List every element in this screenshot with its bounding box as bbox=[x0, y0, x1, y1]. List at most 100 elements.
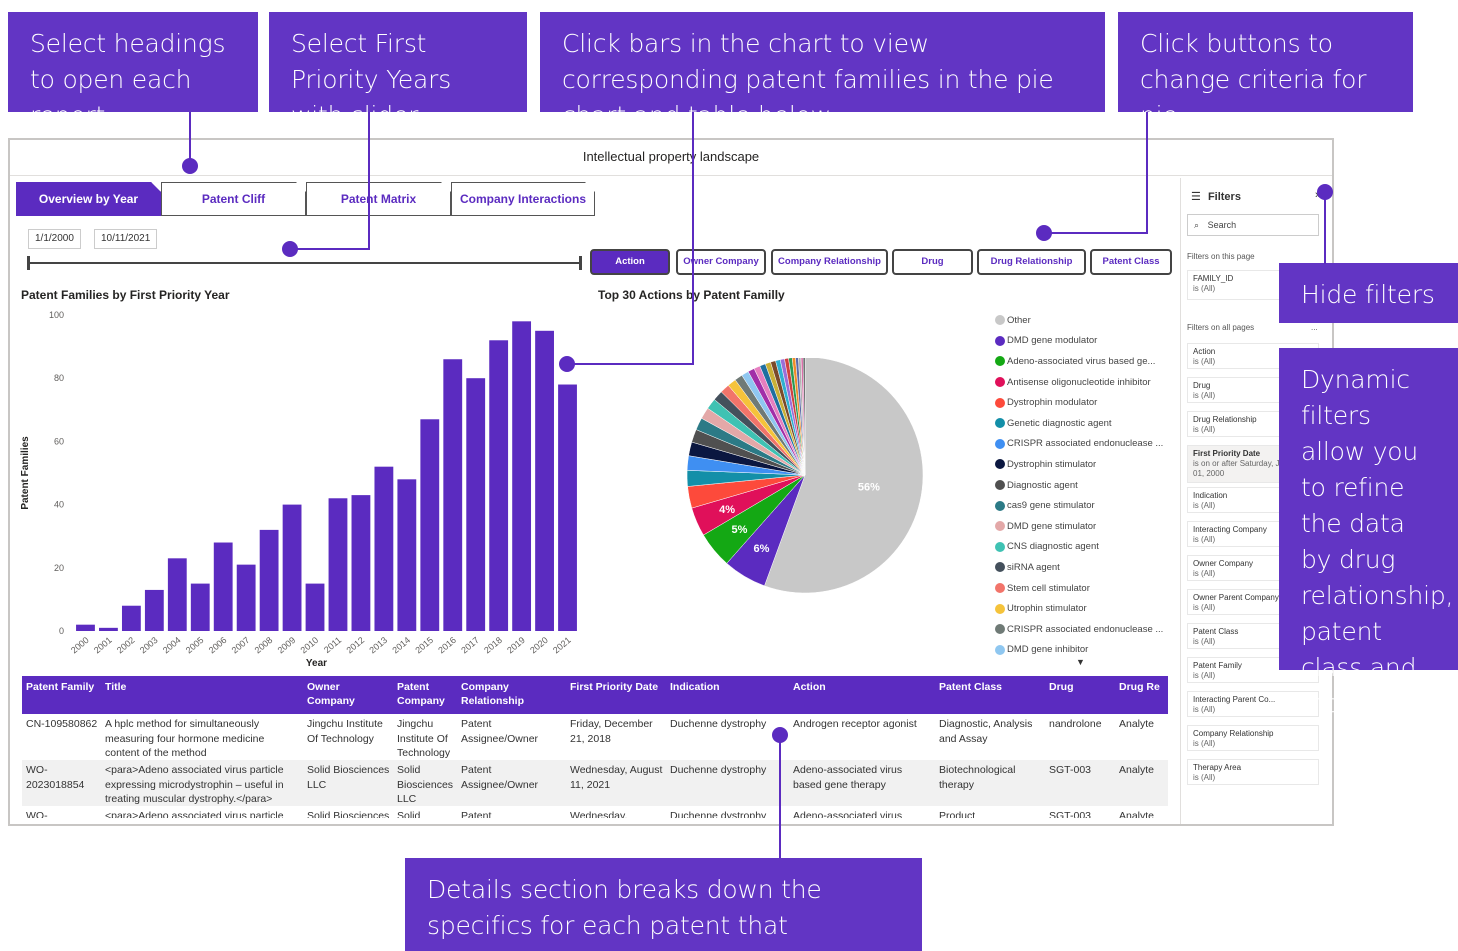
x-tick-label: 2001 bbox=[92, 635, 114, 656]
more-options-icon[interactable]: ... bbox=[1311, 323, 1318, 332]
bar-2014[interactable] bbox=[397, 479, 417, 631]
criteria-button-patent-class[interactable]: Patent Class bbox=[1090, 249, 1172, 275]
filter-card[interactable]: Company Relationship is (All) bbox=[1187, 725, 1319, 751]
bar-2005[interactable] bbox=[190, 583, 210, 631]
bar-chart[interactable]: 020406080100Patent Families2000 2001 2002 2… bbox=[16, 305, 586, 670]
criteria-button-owner-company[interactable]: Owner Company bbox=[676, 249, 766, 275]
tab-overview-by-year[interactable]: Overview by Year bbox=[16, 182, 161, 216]
col-header-title[interactable]: Title bbox=[105, 680, 301, 694]
legend-item[interactable]: DMD gene modulator bbox=[995, 331, 1175, 352]
col-header-owner-company[interactable]: Owner Company bbox=[307, 680, 389, 708]
col-header-patent-family[interactable]: Patent Family bbox=[26, 680, 102, 694]
legend-item[interactable]: siRNA agent bbox=[995, 557, 1175, 578]
table-cell: nandrolone bbox=[1049, 718, 1102, 730]
x-axis-label: Year bbox=[306, 658, 327, 669]
pie-chart[interactable]: 56% 6% 5% 4% bbox=[665, 358, 935, 603]
pointer-dot-details bbox=[772, 727, 788, 743]
col-header-drug[interactable]: Drug bbox=[1049, 680, 1114, 694]
tab-patent-matrix[interactable]: Patent Matrix bbox=[306, 182, 451, 216]
date-to-input[interactable]: 10/11/2021 bbox=[94, 229, 158, 249]
legend-item[interactable]: Other bbox=[995, 310, 1175, 331]
bar-2021[interactable] bbox=[558, 384, 577, 631]
col-header-patent-class[interactable]: Patent Class bbox=[939, 680, 1044, 694]
bar-2015[interactable] bbox=[420, 419, 440, 631]
legend-item[interactable]: Dystrophin stimulator bbox=[995, 454, 1175, 475]
filter-name: Company Relationship bbox=[1193, 729, 1274, 738]
filter-card[interactable]: Interacting Parent Co... is (All) bbox=[1187, 691, 1319, 717]
legend-item[interactable]: Dystrophin modulator bbox=[995, 392, 1175, 413]
tab-company-interactions[interactable]: Company Interactions bbox=[451, 182, 595, 216]
connector-slider-v bbox=[368, 112, 370, 250]
bar-2002[interactable] bbox=[121, 605, 141, 631]
bar-2011[interactable] bbox=[328, 498, 348, 631]
legend-swatch bbox=[995, 500, 1005, 511]
legend-scroll-down-icon[interactable]: ▼ bbox=[1076, 657, 1085, 667]
table-row[interactable]: WO- <para>Adeno associated virus particle… bbox=[22, 806, 1168, 818]
bar-2001[interactable] bbox=[99, 627, 118, 631]
col-header-indication[interactable]: Indication bbox=[670, 680, 788, 694]
bar-2008[interactable] bbox=[259, 529, 279, 631]
bar-2006[interactable] bbox=[213, 542, 233, 631]
criteria-button-company-relationship[interactable]: Company Relationship bbox=[771, 249, 888, 275]
bar-2010[interactable] bbox=[305, 583, 325, 631]
legend-item[interactable]: CNS diagnostic agent bbox=[995, 537, 1175, 558]
tab-patent-cliff[interactable]: Patent Cliff bbox=[161, 182, 306, 216]
filter-card[interactable]: Therapy Area is (All) bbox=[1187, 759, 1319, 785]
legend-item[interactable]: Antisense oligonucleotide inhibitor bbox=[995, 372, 1175, 393]
year-slider-track[interactable] bbox=[28, 262, 581, 264]
col-header-action[interactable]: Action bbox=[793, 680, 933, 694]
date-from-input[interactable]: 1/1/2000 bbox=[28, 229, 81, 249]
legend-item[interactable]: CRISPR associated endonuclease ... bbox=[995, 434, 1175, 455]
pointer-dot-buttons bbox=[1036, 225, 1052, 241]
pie-slice-label: 4% bbox=[719, 504, 735, 516]
bar-2019[interactable] bbox=[512, 321, 532, 631]
bar-2013[interactable] bbox=[374, 466, 394, 631]
legend-label: DMD gene inhibitor bbox=[1007, 644, 1089, 656]
legend-item[interactable]: DMD gene stimulator bbox=[995, 516, 1175, 537]
col-header-patent-company[interactable]: Patent Company bbox=[397, 680, 457, 708]
x-tick-label: 2020 bbox=[528, 635, 550, 656]
table-cell: Diagnostic, Analysis and Assay bbox=[939, 718, 1033, 745]
legend-item[interactable]: cas9 gene stimulator bbox=[995, 495, 1175, 516]
x-tick-label: 2012 bbox=[344, 635, 366, 656]
legend-item[interactable]: Utrophin stimulator bbox=[995, 598, 1175, 619]
year-slider-start-handle[interactable] bbox=[27, 256, 30, 270]
criteria-button-drug-relationship[interactable]: Drug Relationship bbox=[977, 249, 1086, 275]
legend-item[interactable]: Diagnostic agent bbox=[995, 475, 1175, 496]
table-row[interactable]: WO-2023018854 <para>Adeno associated viru… bbox=[22, 760, 1168, 806]
bar-2016[interactable] bbox=[443, 359, 463, 631]
bar-2007[interactable] bbox=[236, 564, 256, 631]
col-header-first-priority-date[interactable]: First Priority Date bbox=[570, 680, 670, 694]
pie-slice-label: 5% bbox=[732, 524, 748, 536]
bar-2000[interactable] bbox=[76, 624, 95, 631]
col-header-drug-relationship[interactable]: Drug Re bbox=[1119, 680, 1161, 694]
legend-item[interactable]: DMD gene inhibitor bbox=[995, 640, 1175, 661]
bar-2020[interactable] bbox=[535, 330, 554, 631]
connector-bars-v bbox=[692, 112, 694, 365]
table-row[interactable]: CN-109580862 A hplc method for simultaneo… bbox=[22, 714, 1168, 760]
bar-2009[interactable] bbox=[282, 504, 302, 631]
legend-label: Dystrophin modulator bbox=[1007, 397, 1098, 409]
bar-2003[interactable] bbox=[144, 589, 164, 631]
criteria-button-drug[interactable]: Drug bbox=[892, 249, 973, 275]
bar-2017[interactable] bbox=[466, 378, 486, 631]
legend-item[interactable]: Stem cell stimulator bbox=[995, 578, 1175, 599]
criteria-button-action[interactable]: Action bbox=[590, 249, 670, 275]
legend-item[interactable]: Genetic diagnostic agent bbox=[995, 413, 1175, 434]
bar-2018[interactable] bbox=[489, 340, 509, 631]
filters-header: ☰ Filters bbox=[1191, 190, 1241, 203]
year-slider-end-handle[interactable] bbox=[579, 256, 582, 270]
filter-name: Interacting Parent Co... bbox=[1193, 695, 1276, 704]
table-cell: Solid Biosciences LLC bbox=[307, 764, 390, 791]
table-cell: Wednesday, August 11, 2021 bbox=[570, 764, 663, 791]
filter-name: Therapy Area bbox=[1193, 763, 1242, 772]
bar-2012[interactable] bbox=[351, 495, 371, 631]
legend-item[interactable]: CRISPR associated endonuclease ... bbox=[995, 619, 1175, 640]
col-header-company-relationship[interactable]: Company Relationship bbox=[461, 680, 557, 708]
filter-search-input[interactable]: ⌕ Search bbox=[1187, 214, 1319, 236]
legend-label: Adeno-associated virus based ge... bbox=[1007, 355, 1156, 367]
legend-item[interactable]: Adeno-associated virus based ge... bbox=[995, 351, 1175, 372]
connector-details bbox=[779, 735, 781, 858]
bar-2004[interactable] bbox=[167, 558, 187, 631]
legend-swatch bbox=[995, 624, 1005, 635]
